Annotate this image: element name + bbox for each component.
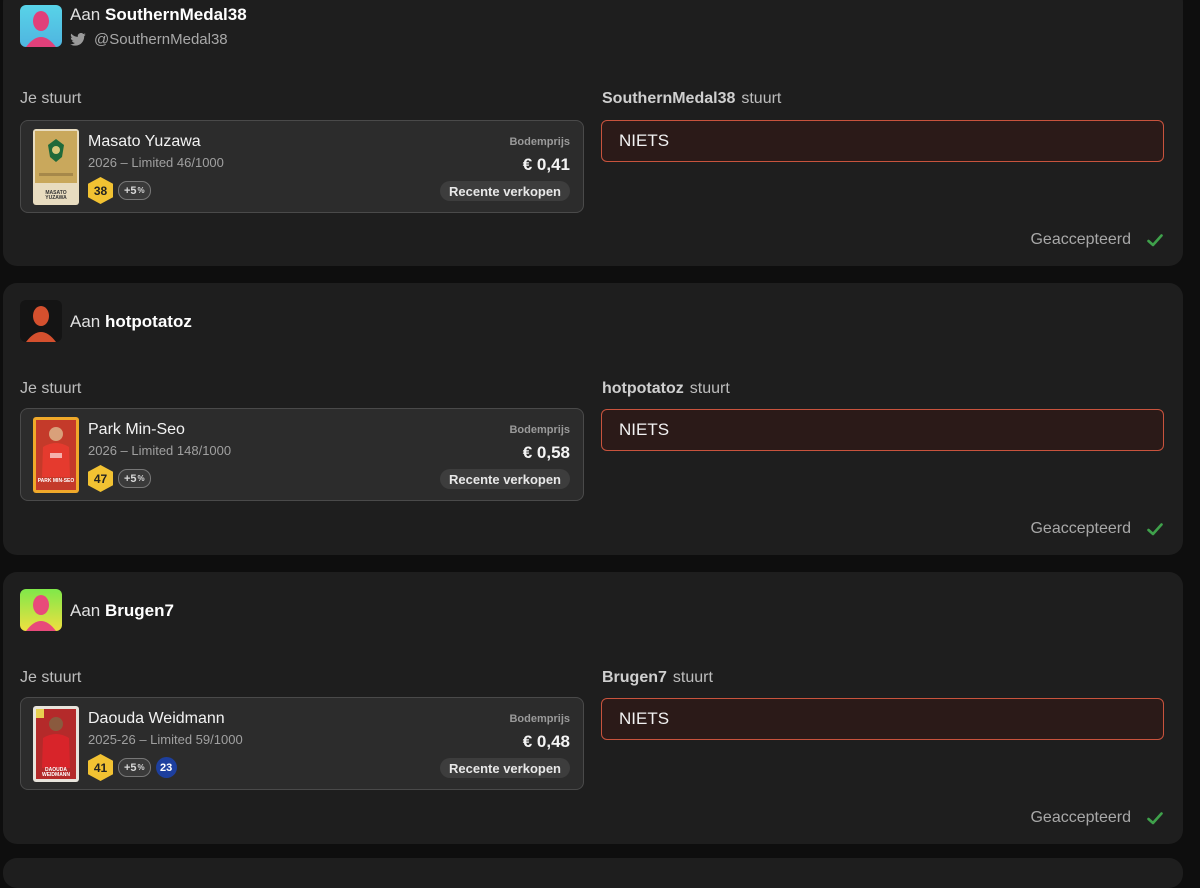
check-icon <box>1147 522 1163 536</box>
card-badges: 47 +5% <box>88 465 151 492</box>
check-icon <box>1147 233 1163 247</box>
card-meta: 2025-26 – Limited 59/1000 <box>88 732 243 747</box>
avatar[interactable] <box>20 5 62 47</box>
check-icon <box>1147 811 1163 825</box>
you-send-label: Je stuurt <box>20 380 82 397</box>
avatar[interactable] <box>20 300 62 342</box>
twitter-handle[interactable]: @SouthernMedal38 <box>70 31 228 48</box>
twitter-icon <box>70 33 86 46</box>
rating-badge: 38 <box>88 177 113 204</box>
player-card[interactable]: MASATO YUZAWA Masato Yuzawa 2026 – Limit… <box>20 120 584 213</box>
accepted-status: Geaccepteerd <box>1030 520 1163 538</box>
recipient-line: Aan Brugen7 <box>70 601 174 620</box>
floor-price: € 0,41 <box>522 155 570 174</box>
card-meta: 2026 – Limited 148/1000 <box>88 443 232 458</box>
nothing-offer: NIETS <box>601 409 1164 451</box>
rating-badge: 41 <box>88 754 113 781</box>
recipient-line: Aan hotpotatoz <box>70 312 192 331</box>
floor-price-label: Bodemprijs <box>509 136 570 148</box>
you-send-label: Je stuurt <box>20 669 82 686</box>
avatar[interactable] <box>20 589 62 631</box>
bonus-badge: +5% <box>118 758 151 777</box>
player-name: Masato Yuzawa <box>88 133 201 150</box>
recipient-sends-label: hotpotatoz stuurt <box>602 380 730 397</box>
player-name: Daouda Weidmann <box>88 710 225 727</box>
season-badge: 23 <box>155 757 177 778</box>
card-badges: 41 +5% 23 <box>88 754 177 781</box>
recent-sales-button[interactable]: Recente verkopen <box>440 181 570 201</box>
floor-price: € 0,58 <box>522 443 570 462</box>
bonus-badge: +5% <box>118 181 151 200</box>
nothing-offer: NIETS <box>601 120 1164 162</box>
recipient-sends-label: Brugen7 stuurt <box>602 669 713 686</box>
card-badges: 38 +5% <box>88 177 151 204</box>
floor-price-label: Bodemprijs <box>509 713 570 725</box>
trade-card: Aan Brugen7 Je stuurt Brugen7 stuurt DAOU… <box>3 572 1183 844</box>
recipient-name: hotpotatoz <box>104 312 192 331</box>
card-caption: PARK MIN-SEO <box>37 478 75 484</box>
card-caption: DAOUDA WEIDMANN <box>41 767 71 778</box>
trade-card: Aan hotpotatoz Je stuurt hotpotatoz stuur… <box>3 283 1183 555</box>
player-card[interactable]: PARK MIN-SEO Park Min-Seo 2026 – Limited… <box>20 408 584 501</box>
card-caption: MASATO YUZAWA <box>45 190 67 201</box>
bonus-badge: +5% <box>118 469 151 488</box>
floor-price-label: Bodemprijs <box>509 424 570 436</box>
accepted-status: Geaccepteerd <box>1030 809 1163 827</box>
player-name: Park Min-Seo <box>88 421 185 438</box>
recipient-name: SouthernMedal38 <box>104 5 247 24</box>
floor-price: € 0,48 <box>522 732 570 751</box>
recipient-line: Aan SouthernMedal38 <box>70 5 247 24</box>
recent-sales-button[interactable]: Recente verkopen <box>440 469 570 489</box>
player-card[interactable]: DAOUDA WEIDMANN Daouda Weidmann 2025-26 … <box>20 697 584 790</box>
card-meta: 2026 – Limited 46/1000 <box>88 155 224 170</box>
accepted-status: Geaccepteerd <box>1030 231 1163 249</box>
nothing-offer: NIETS <box>601 698 1164 740</box>
recipient-sends-label: SouthernMedal38 stuurt <box>602 90 782 107</box>
you-send-label: Je stuurt <box>20 90 82 107</box>
rating-badge: 47 <box>88 465 113 492</box>
recipient-name: Brugen7 <box>104 601 174 620</box>
trade-card: Aan SouthernMedal38 @SouthernMedal38 Je … <box>3 0 1183 266</box>
trade-card <box>3 858 1183 888</box>
recent-sales-button[interactable]: Recente verkopen <box>440 758 570 778</box>
